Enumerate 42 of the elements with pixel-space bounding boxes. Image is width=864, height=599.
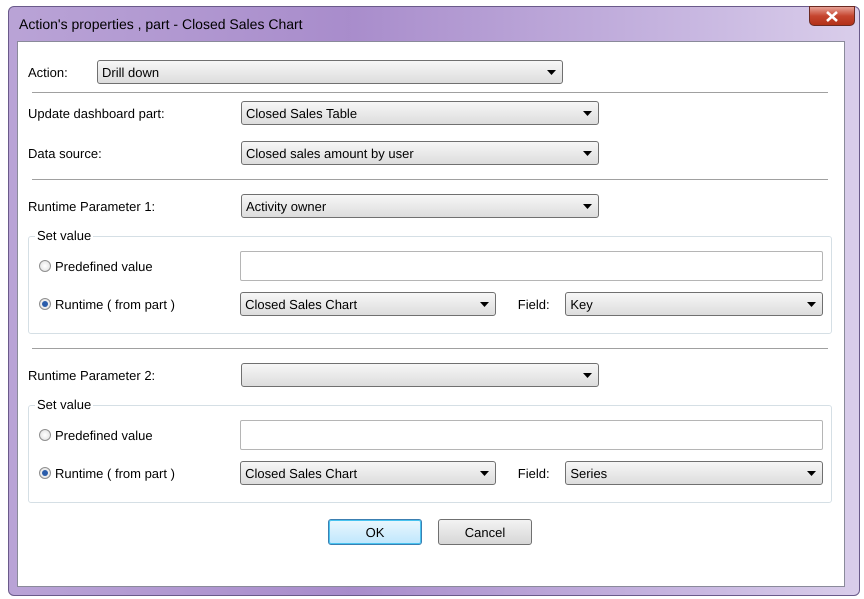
dropdown[interactable]: Closed Sales Chart [240, 292, 496, 316]
group-title: Set value [35, 228, 94, 243]
dropdown[interactable]: Series [565, 461, 823, 485]
text-field[interactable] [240, 251, 823, 281]
ok-button[interactable]: OK [328, 519, 422, 545]
dropdown-arrow-icon [807, 470, 816, 476]
radio-button[interactable] [39, 467, 51, 479]
dropdown-arrow-icon [583, 110, 592, 116]
field-label: Field: [516, 466, 551, 480]
field-label: Action: [28, 64, 69, 80]
dropdown[interactable]: Closed sales amount by user [241, 141, 599, 165]
dropdown-arrow-icon [480, 302, 489, 306]
field-label: Data source: [28, 146, 103, 160]
field-label: Runtime Parameter 2: [28, 368, 156, 382]
dropdown[interactable]: Activity owner [241, 194, 599, 218]
dropdown-arrow-icon [480, 470, 489, 476]
dropdown[interactable]: Closed Sales Chart [240, 461, 496, 485]
radio-button[interactable] [39, 429, 51, 441]
dropdown[interactable] [241, 363, 599, 387]
dropdown-arrow-icon [583, 372, 592, 378]
field-label: Update dashboard part: [28, 106, 166, 120]
dropdown-arrow-icon [547, 70, 556, 74]
dropdown-arrow-icon [807, 302, 816, 306]
dropdown[interactable]: Drill down [97, 60, 563, 84]
field-label: Field: [516, 296, 551, 312]
group-title: Set value [35, 397, 94, 412]
close-icon [825, 10, 839, 22]
radio-label: Predefined value [55, 258, 153, 274]
radio-label: Runtime ( from part ) [55, 466, 175, 480]
close-button[interactable] [809, 6, 855, 26]
radio-label: Predefined value [55, 428, 153, 442]
field-label: Runtime Parameter 1: [28, 198, 156, 214]
radio-button[interactable] [39, 298, 51, 310]
text-field[interactable] [240, 420, 823, 450]
cancel-button[interactable]: Cancel [438, 519, 532, 545]
window-title: Action's properties , part - Closed Sales Chart [18, 16, 303, 32]
radio-button[interactable] [39, 260, 51, 272]
dropdown-arrow-icon [583, 150, 592, 156]
radio-label: Runtime ( from part ) [55, 296, 175, 312]
dropdown-arrow-icon [583, 204, 592, 208]
dropdown[interactable]: Key [565, 292, 823, 316]
dropdown[interactable]: Closed Sales Table [241, 101, 599, 125]
